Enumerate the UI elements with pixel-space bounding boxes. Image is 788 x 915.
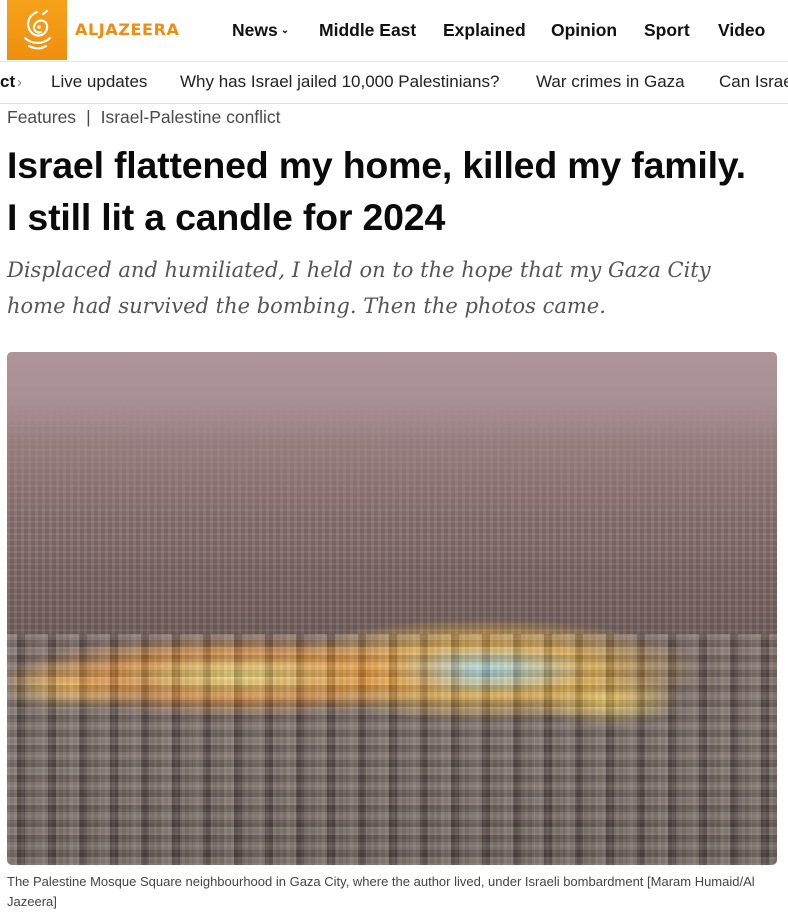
nav-item-news[interactable]: News ⌄	[232, 20, 289, 41]
standfirst-line-2: home had survived the bombing. Then the …	[7, 294, 606, 318]
subnav-item-live-updates[interactable]: Live updates	[51, 72, 147, 92]
nav-item-sport[interactable]: Sport	[644, 20, 690, 41]
subnav-item-jailed-palestinians[interactable]: Why has Israel jailed 10,000 Palestinian…	[180, 72, 499, 92]
nav-item-opinion[interactable]: Opinion	[551, 20, 617, 41]
breadcrumb-topic[interactable]: Israel-Palestine conflict	[101, 107, 281, 127]
aljazeera-logo-icon	[23, 9, 52, 50]
chevron-down-icon: ⌄	[280, 25, 290, 36]
brand-name[interactable]: ALJAZEERA	[75, 20, 179, 39]
breadcrumb-separator: |	[86, 107, 91, 127]
subnav-item-war-crimes[interactable]: War crimes in Gaza	[536, 72, 685, 92]
image-caption: The Palestine Mosque Square neighbourhoo…	[7, 874, 755, 909]
image-foreground-buildings	[7, 634, 777, 865]
subnav-item-can-israel[interactable]: Can Israe	[719, 72, 788, 92]
site-header: ALJAZEERA News ⌄ Middle East Explained Op…	[0, 0, 788, 62]
nav-item-label: News	[232, 20, 278, 40]
standfirst-line-1: Displaced and humiliated, I held on to t…	[7, 258, 711, 282]
site-logo[interactable]	[7, 0, 67, 60]
article-title-line-2: I still lit a candle for 2024	[7, 196, 446, 238]
nav-item-middle-east[interactable]: Middle East	[319, 20, 416, 41]
nav-item-video[interactable]: Video	[718, 20, 765, 41]
breadcrumb: Features | Israel-Palestine conflict	[7, 107, 281, 128]
article-standfirst: Displaced and humiliated, I held on to t…	[7, 252, 782, 324]
article-title-line-1: Israel flattened my home, killed my fami…	[7, 144, 746, 186]
hero-image[interactable]	[7, 352, 777, 865]
subnav-current-topic[interactable]: ct	[0, 72, 15, 92]
article-title: Israel flattened my home, killed my fami…	[7, 139, 782, 243]
chevron-right-icon: ›	[17, 74, 22, 91]
breadcrumb-section[interactable]: Features	[7, 107, 76, 127]
nav-item-explained[interactable]: Explained	[443, 20, 526, 41]
topic-subnav: ct › Live updates Why has Israel jailed …	[0, 62, 788, 104]
